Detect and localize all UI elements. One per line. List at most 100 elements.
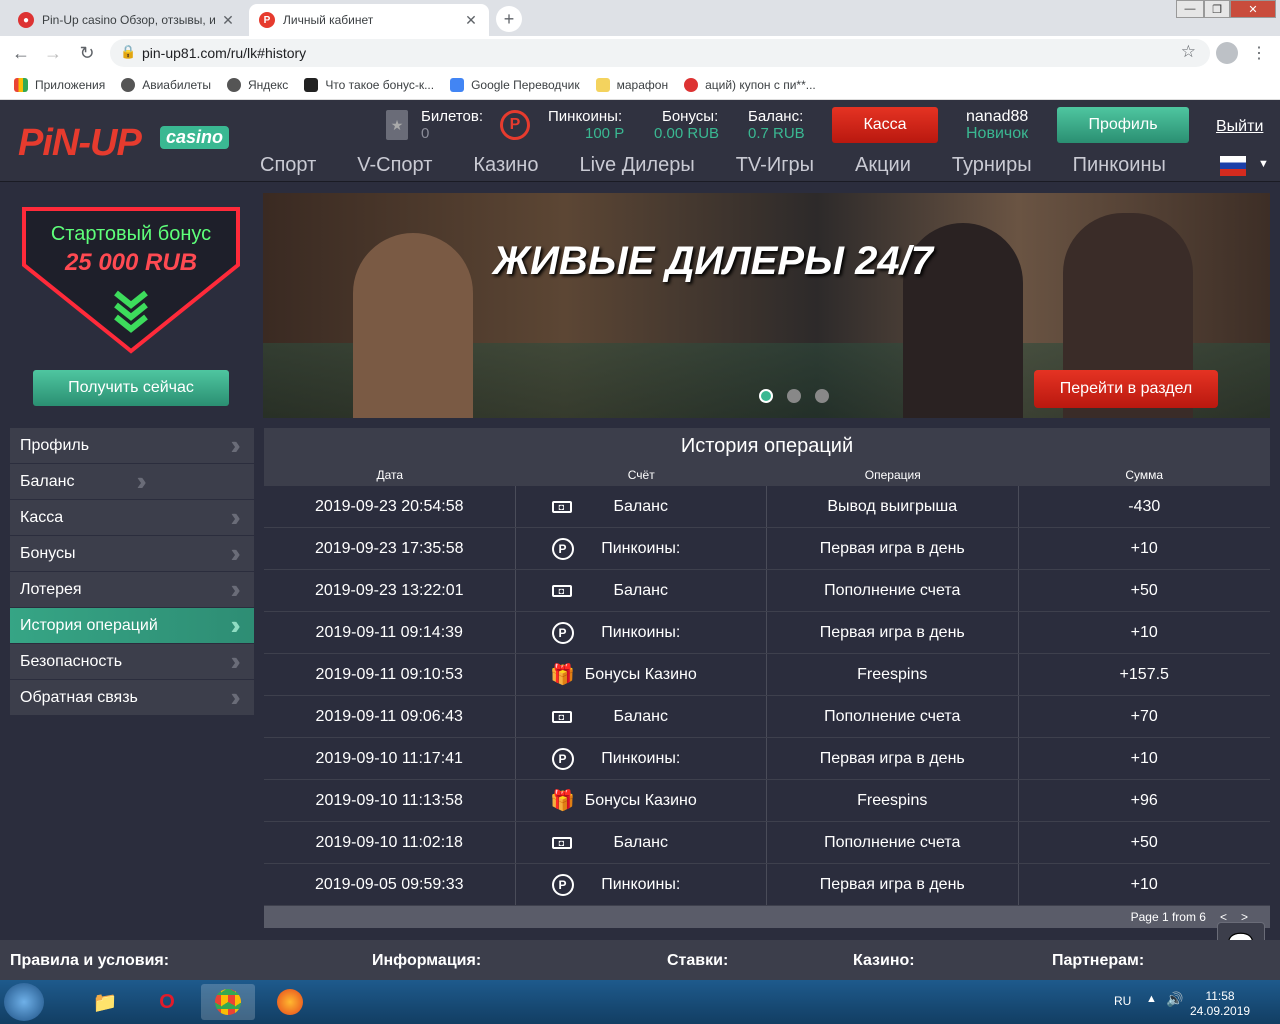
nav-tv-games[interactable]: TV-Игры — [736, 154, 814, 177]
new-tab-button[interactable]: + — [496, 6, 522, 32]
language-indicator[interactable]: RU — [1114, 994, 1131, 1008]
nav-vsport[interactable]: V-Спорт — [357, 154, 432, 177]
column-header-operation: Операция — [864, 468, 921, 482]
sidebar-item-balance[interactable]: Баланс›› — [10, 464, 254, 500]
logout-link[interactable]: Выйти — [1216, 118, 1263, 136]
nav-tournaments[interactable]: Турниры — [952, 154, 1032, 177]
footer-casino[interactable]: Казино: — [853, 952, 915, 970]
nav-sport[interactable]: Спорт — [260, 154, 316, 177]
system-clock[interactable]: 11:58 24.09.2019 — [1190, 989, 1250, 1019]
bookmark-star-icon[interactable]: ☆ — [1181, 42, 1196, 62]
promo-title: Стартовый бонус — [50, 223, 212, 245]
close-window-button[interactable]: ✕ — [1230, 0, 1276, 18]
live-dealers-banner[interactable]: ЖИВЫЕ ДИЛЕРЫ 24/7 Перейти в раздел — [263, 193, 1270, 418]
pinup-logo[interactable]: PiN-UP — [18, 122, 142, 165]
cell-date: 2019-09-11 09:10:53 — [264, 654, 516, 695]
nav-promotions[interactable]: Акции — [855, 154, 911, 177]
sidebar-item-security[interactable]: Безопасность›› — [10, 644, 254, 680]
sidebar-item-feedback[interactable]: Обратная связь›› — [10, 680, 254, 716]
double-chevron-icon: ›› — [232, 682, 242, 713]
bookmark-bonus[interactable]: Что такое бонус-к... — [304, 77, 434, 92]
browser-toolbar: ← → ↻ 🔒 pin-up81.com/ru/lk#history ☆ ⋮ — [0, 36, 1280, 70]
cell-date: 2019-09-23 13:22:01 — [264, 570, 516, 611]
bookmark-coupon[interactable]: аций) купон с пи**... — [684, 77, 816, 92]
browser-tab-pinup-review[interactable]: ● Pin-Up casino Обзор, отзывы, и ✕ — [8, 4, 246, 36]
cell-amount: +157.5 — [1119, 665, 1169, 683]
money-icon: ◘ — [551, 710, 572, 723]
cell-account: P Пинкоины: — [516, 612, 767, 653]
sidebar-item-profile[interactable]: Профиль›› — [10, 428, 254, 464]
maximize-window-button[interactable]: ❐ — [1204, 0, 1230, 18]
carousel-dot[interactable] — [815, 389, 829, 403]
pincoins-stat[interactable]: Пинкоины: 100 P — [548, 108, 624, 142]
cell-date: 2019-09-05 09:59:33 — [264, 864, 516, 905]
close-tab-icon[interactable]: ✕ — [220, 12, 236, 29]
opera-favicon-icon: ● — [18, 12, 34, 28]
sidebar-item-lottery[interactable]: Лотерея›› — [10, 572, 254, 608]
bonuses-stat[interactable]: Бонусы: 0.00 RUB — [654, 108, 719, 142]
cell-date: 2019-09-10 11:02:18 — [264, 822, 516, 863]
carousel-dot-active[interactable] — [759, 389, 773, 403]
bookmark-marafon[interactable]: марафон — [595, 77, 668, 92]
language-dropdown-icon[interactable]: ▼ — [1258, 158, 1269, 170]
pincoin-icon: P — [551, 873, 574, 896]
nav-live-dealers[interactable]: Live Дилеры — [579, 154, 694, 177]
table-row: 2019-09-11 09:14:39 P Пинкоины: Первая игра… — [264, 612, 1270, 654]
footer-info[interactable]: Информация: — [372, 952, 481, 970]
sidebar-item-bonuses[interactable]: Бонусы›› — [10, 536, 254, 572]
site-favicon-icon — [304, 77, 319, 92]
address-bar[interactable]: 🔒 pin-up81.com/ru/lk#history ☆ — [110, 39, 1210, 67]
carousel-dot[interactable] — [787, 389, 801, 403]
tray-arrow-icon[interactable]: ▲ — [1146, 993, 1157, 1005]
reload-icon[interactable]: ↻ — [76, 42, 98, 64]
nav-casino[interactable]: Казино — [473, 154, 538, 177]
profile-avatar-icon[interactable] — [1216, 42, 1238, 64]
start-button-icon[interactable] — [4, 983, 44, 1021]
bookmark-aviabilety[interactable]: Авиабилеты — [121, 77, 211, 92]
russia-flag-icon[interactable] — [1220, 156, 1246, 176]
explorer-icon[interactable]: 📁 — [78, 984, 132, 1020]
browser-menu-icon[interactable]: ⋮ — [1248, 42, 1270, 64]
sidebar-item-history[interactable]: История операций›› — [10, 608, 254, 644]
double-chevron-icon: ›› — [232, 646, 242, 677]
footer-rules[interactable]: Правила и условия: — [10, 952, 169, 970]
cell-operation: Вывод выигрыша — [767, 486, 1019, 527]
balance-stat[interactable]: Баланс: 0.7 RUB — [748, 108, 805, 142]
volume-icon[interactable]: 🔊 — [1166, 991, 1183, 1008]
goto-section-button[interactable]: Перейти в раздел — [1034, 370, 1218, 408]
table-row: 2019-09-23 13:22:01 ◘ Баланс Пополнение сче… — [264, 570, 1270, 612]
lock-icon: 🔒 — [120, 44, 137, 59]
footer-partners[interactable]: Партнерам: — [1052, 952, 1144, 970]
pagination: Page 1 from 6 < > — [264, 906, 1270, 928]
translate-icon — [450, 77, 465, 92]
chrome-icon[interactable] — [201, 984, 255, 1020]
bookmark-google-translate[interactable]: Google Переводчик — [450, 77, 580, 92]
start-bonus-promo[interactable]: Стартовый бонус 25 000 RUB — [20, 205, 242, 355]
main-nav: Спорт V-Спорт Казино Live Дилеры TV-Игры… — [260, 154, 1207, 177]
bookmark-apps[interactable]: Приложения — [14, 77, 105, 92]
casino-logo-badge: casino — [160, 126, 230, 149]
browser-tab-cabinet[interactable]: P Личный кабинет ✕ — [249, 4, 489, 36]
profile-button[interactable]: Профиль — [1057, 107, 1189, 143]
opera-icon[interactable]: O — [140, 984, 194, 1020]
sidebar-item-kassa[interactable]: Касса›› — [10, 500, 254, 536]
close-tab-icon[interactable]: ✕ — [463, 12, 479, 29]
table-row: 2019-09-11 09:10:53 🎁 Бонусы Казино Freespi… — [264, 654, 1270, 696]
ticket-icon: ★ — [386, 110, 408, 140]
bookmark-yandex[interactable]: Яндекс — [226, 77, 288, 92]
gift-icon: 🎁 — [550, 664, 575, 686]
cell-operation: Первая игра в день — [767, 528, 1019, 569]
money-icon: ◘ — [551, 584, 572, 597]
forward-arrow-icon[interactable]: → — [42, 42, 64, 64]
footer-bets[interactable]: Ставки: — [667, 952, 728, 970]
firefox-icon[interactable] — [263, 984, 317, 1020]
get-bonus-button[interactable]: Получить сейчас — [33, 370, 229, 406]
pinup-favicon-icon: P — [259, 12, 275, 28]
user-info[interactable]: nanad88 Новичок — [966, 108, 1028, 142]
back-arrow-icon[interactable]: ← — [10, 42, 32, 64]
nav-pincoins[interactable]: Пинкоины — [1073, 154, 1166, 177]
tickets-stat[interactable]: Билетов: 0 — [421, 108, 483, 142]
minimize-window-button[interactable]: — — [1176, 0, 1204, 18]
cell-account: P Пинкоины: — [516, 864, 767, 905]
kassa-button[interactable]: Касса — [832, 107, 938, 143]
